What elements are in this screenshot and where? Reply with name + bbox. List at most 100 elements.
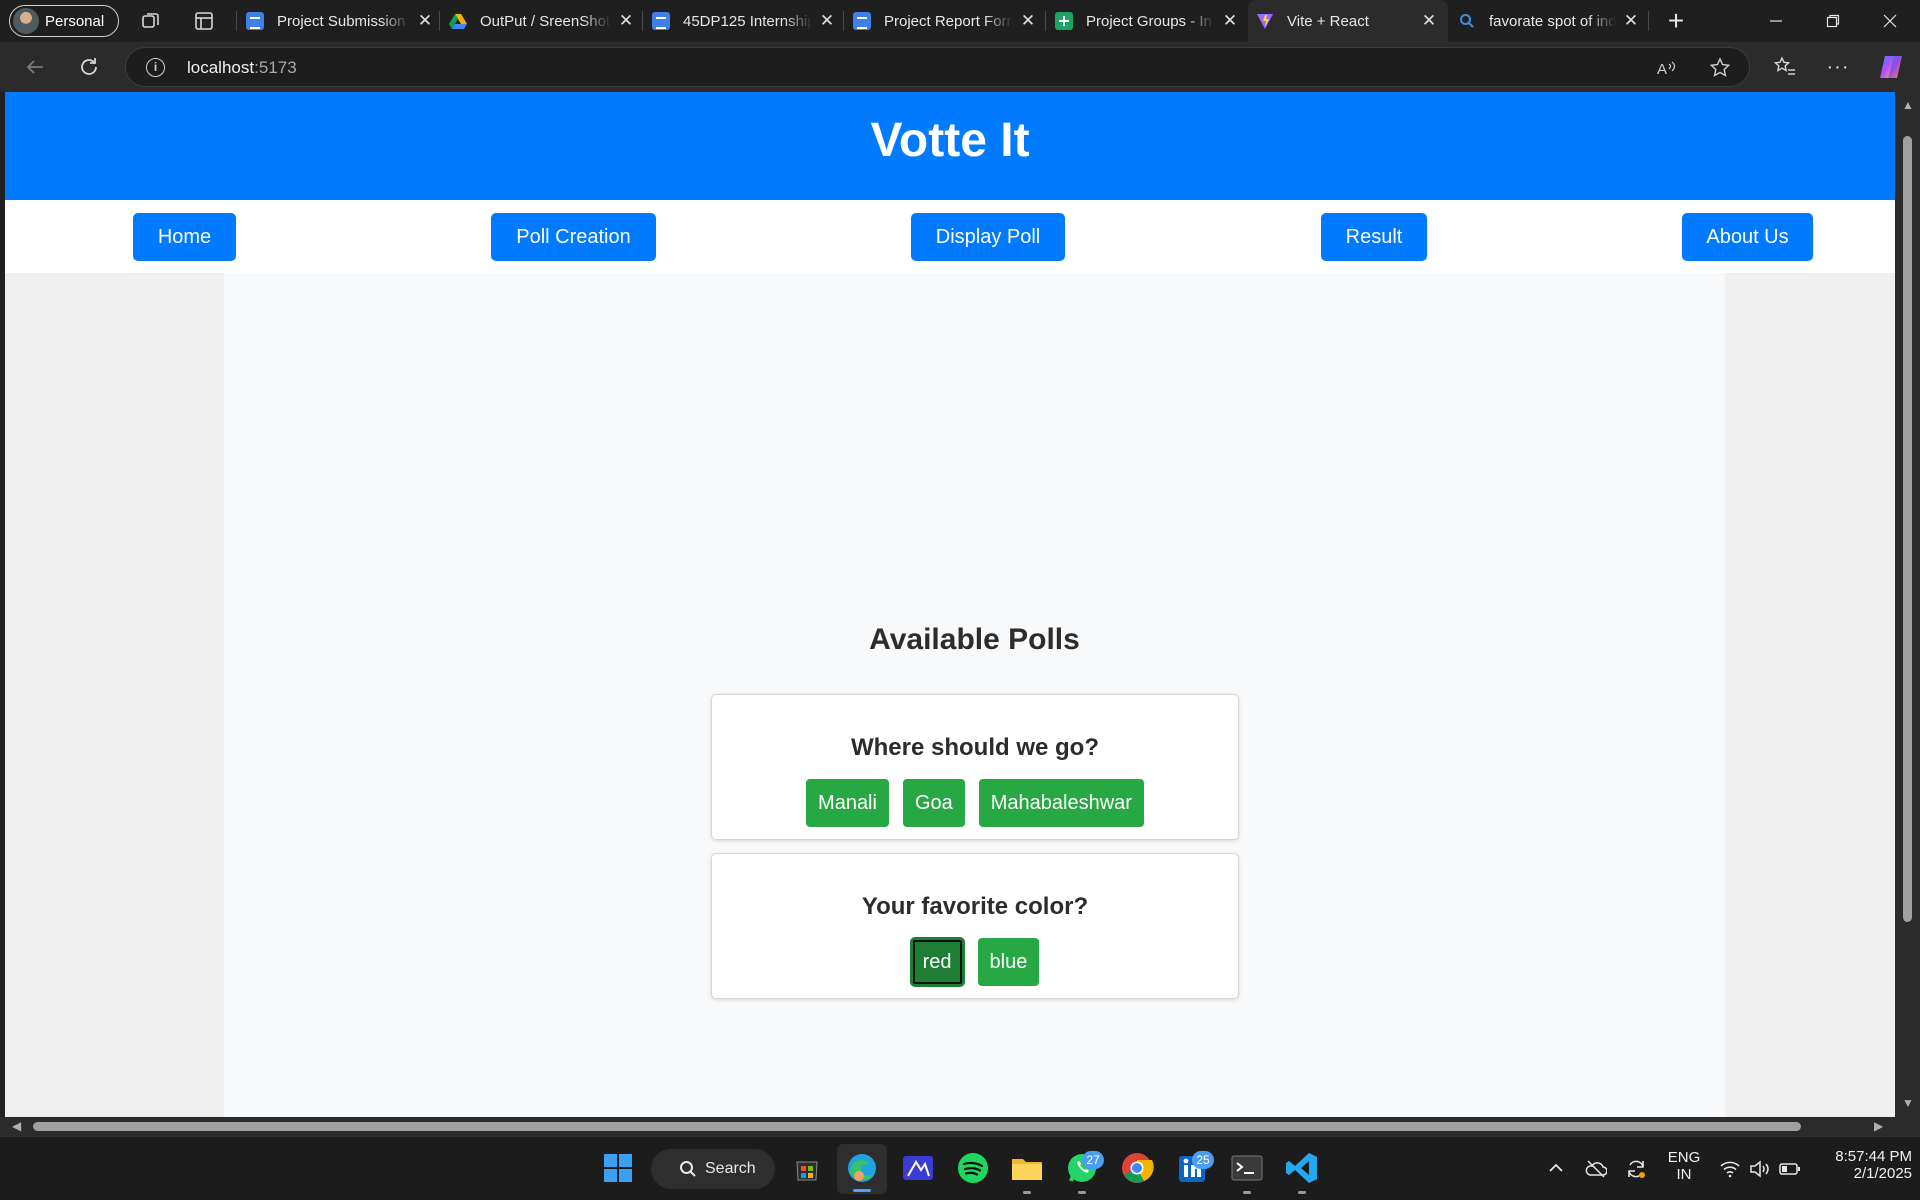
tab-close-icon[interactable]: ✕ bbox=[818, 11, 836, 31]
tab-project-groups[interactable]: Project Groups - In ✕ bbox=[1055, 0, 1239, 42]
drive-icon bbox=[449, 14, 467, 29]
left-gutter bbox=[5, 273, 224, 1117]
site-title: Votte It bbox=[870, 113, 1030, 167]
new-tab-button[interactable]: + bbox=[1650, 0, 1702, 42]
taskbar-search[interactable]: Search bbox=[651, 1149, 775, 1189]
edge-taskbar-button[interactable] bbox=[837, 1144, 887, 1194]
option-button-blue[interactable]: blue bbox=[977, 938, 1040, 986]
scroll-right-arrow-icon[interactable]: ▶ bbox=[1874, 1119, 1883, 1133]
chevron-up-icon[interactable] bbox=[1547, 1161, 1565, 1175]
minimize-button[interactable] bbox=[1748, 0, 1804, 42]
nav-home-button[interactable]: Home bbox=[133, 213, 236, 261]
profile-button[interactable]: Personal bbox=[9, 5, 119, 37]
scroll-up-arrow-icon[interactable]: ▲ bbox=[1902, 98, 1914, 112]
vscode-icon[interactable] bbox=[1284, 1150, 1320, 1186]
close-icon bbox=[1883, 14, 1897, 28]
language-indicator[interactable]: ENG IN bbox=[1664, 1149, 1704, 1183]
poll-options: Manali Goa Mahabaleshwar bbox=[712, 779, 1238, 827]
back-button[interactable] bbox=[20, 52, 50, 82]
tab-close-icon[interactable]: ✕ bbox=[1622, 11, 1640, 31]
option-button-mahabaleshwar[interactable]: Mahabaleshwar bbox=[978, 779, 1144, 827]
restore-button[interactable] bbox=[1805, 0, 1861, 42]
copilot-icon[interactable] bbox=[1876, 52, 1906, 82]
site-nav: Home Poll Creation Display Poll Result A… bbox=[5, 200, 1895, 273]
restore-icon bbox=[1826, 14, 1840, 28]
windows-taskbar: Search 27 25 ENG IN 8:57:44 PM 2/1/2025 bbox=[0, 1136, 1920, 1200]
profile-label: Personal bbox=[45, 12, 105, 30]
url-text[interactable]: localhost:5173 bbox=[187, 58, 297, 78]
tab-title: Project Groups - In bbox=[1086, 12, 1212, 30]
tab-vite-react[interactable]: Vite + React ✕ bbox=[1248, 0, 1448, 42]
clock[interactable]: 8:57:44 PM 2/1/2025 bbox=[1812, 1148, 1912, 1182]
refresh-button[interactable] bbox=[74, 52, 104, 82]
more-menu-icon[interactable]: ··· bbox=[1823, 52, 1853, 82]
vertical-tabs-icon[interactable] bbox=[191, 8, 217, 34]
site-header: Votte It bbox=[5, 92, 1895, 200]
workspaces-icon[interactable] bbox=[138, 8, 164, 34]
nav-poll-creation-button[interactable]: Poll Creation bbox=[491, 213, 656, 261]
profile-avatar bbox=[13, 8, 39, 34]
option-button-red[interactable]: red bbox=[910, 938, 964, 986]
section-title: Available Polls bbox=[869, 623, 1080, 656]
back-arrow-icon bbox=[26, 60, 43, 74]
clock-time: 8:57:44 PM bbox=[1835, 1148, 1912, 1165]
close-window-button[interactable] bbox=[1862, 0, 1918, 42]
wifi-icon[interactable] bbox=[1719, 1160, 1741, 1178]
spotify-icon[interactable] bbox=[955, 1150, 991, 1186]
site-info-icon[interactable]: i bbox=[146, 58, 165, 77]
edge-icon bbox=[848, 1154, 876, 1182]
search-icon bbox=[680, 1161, 696, 1177]
right-gutter bbox=[1725, 273, 1895, 1117]
favorite-star-icon[interactable] bbox=[1709, 57, 1731, 79]
read-aloud-icon[interactable]: A bbox=[1656, 58, 1678, 78]
battery-icon[interactable] bbox=[1779, 1161, 1801, 1177]
scroll-left-arrow-icon[interactable]: ◀ bbox=[12, 1119, 21, 1133]
option-button-manali[interactable]: Manali bbox=[806, 779, 889, 827]
tab-close-icon[interactable]: ✕ bbox=[1221, 11, 1239, 31]
nav-display-poll-button[interactable]: Display Poll bbox=[911, 213, 1065, 261]
tab-project-report[interactable]: Project Report Form ✕ bbox=[853, 0, 1037, 42]
scroll-down-arrow-icon[interactable]: ▼ bbox=[1902, 1096, 1914, 1110]
nav-about-us-button[interactable]: About Us bbox=[1682, 213, 1813, 261]
tab-title: Project Submission bbox=[277, 12, 406, 30]
tab-internship[interactable]: 45DP125 Internship ✕ bbox=[652, 0, 836, 42]
page-viewport: Votte It Home Poll Creation Display Poll… bbox=[5, 92, 1895, 1117]
tab-close-icon[interactable]: ✕ bbox=[1019, 11, 1037, 31]
store-icon[interactable] bbox=[789, 1150, 825, 1186]
nav-result-button[interactable]: Result bbox=[1321, 213, 1427, 261]
tab-project-submission[interactable]: Project Submission ✕ bbox=[246, 0, 434, 42]
browser-tab-strip: Personal Project Submission ✕ OutPut / S… bbox=[0, 0, 1920, 42]
address-bar[interactable]: i localhost:5173 A bbox=[125, 47, 1750, 87]
url-host: localhost bbox=[187, 58, 255, 77]
vertical-scrollbar[interactable]: ▲ ▼ bbox=[1895, 92, 1920, 1117]
sync-icon[interactable] bbox=[1625, 1158, 1647, 1180]
linkedin-badge: 25 bbox=[1192, 1151, 1214, 1169]
tab-search[interactable]: favorate spot of ind ✕ bbox=[1458, 0, 1640, 42]
docs-icon bbox=[853, 12, 871, 30]
terminal-icon[interactable] bbox=[1229, 1150, 1265, 1186]
tab-close-icon[interactable]: ✕ bbox=[1420, 11, 1438, 31]
horizontal-scroll-thumb[interactable] bbox=[33, 1122, 1801, 1131]
file-explorer-icon[interactable] bbox=[1009, 1150, 1045, 1186]
refresh-icon bbox=[81, 58, 97, 75]
taskbar-search-label: Search bbox=[705, 1160, 756, 1177]
tab-title: OutPut / SreenShot bbox=[480, 12, 611, 30]
chrome-icon[interactable] bbox=[1119, 1150, 1155, 1186]
docs-icon bbox=[246, 12, 264, 30]
vite-icon bbox=[1257, 14, 1273, 29]
horizontal-scrollbar[interactable]: ◀ ▶ bbox=[0, 1117, 1920, 1136]
vertical-scroll-thumb[interactable] bbox=[1903, 136, 1912, 922]
option-button-goa[interactable]: Goa bbox=[902, 779, 965, 827]
tab-close-icon[interactable]: ✕ bbox=[416, 11, 434, 31]
svg-text:A: A bbox=[1657, 61, 1667, 78]
app-icon[interactable] bbox=[900, 1150, 936, 1186]
favorites-icon[interactable] bbox=[1770, 52, 1800, 82]
tab-output-screenshot[interactable]: OutPut / SreenShot ✕ bbox=[449, 0, 635, 42]
windows-start-icon[interactable] bbox=[600, 1150, 636, 1186]
onedrive-offline-icon[interactable] bbox=[1585, 1159, 1607, 1179]
language-code: ENG bbox=[1667, 1149, 1701, 1166]
running-indicator bbox=[1243, 1191, 1251, 1194]
sheets-icon bbox=[1055, 12, 1073, 30]
volume-icon[interactable] bbox=[1749, 1160, 1771, 1178]
tab-close-icon[interactable]: ✕ bbox=[617, 11, 635, 31]
